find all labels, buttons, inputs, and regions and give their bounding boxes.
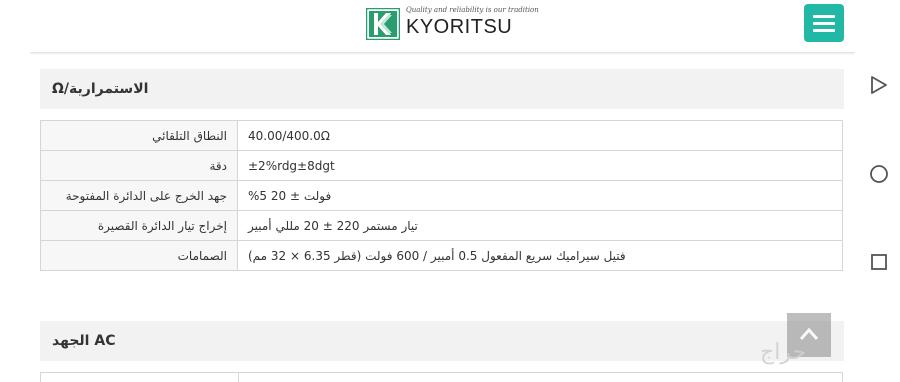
table-row: جهد الخرج على الدائرة المفتوحة %فولت ± 2… <box>40 180 843 211</box>
hamburger-icon <box>813 22 835 25</box>
web-page: Quality and reliability is our tradition… <box>30 0 855 382</box>
hamburger-icon <box>813 15 835 18</box>
chevron-up-icon <box>799 327 819 340</box>
section-title-text: الجهد AC <box>52 333 116 349</box>
table-row: الصمامات فتيل سيراميك سريع المفعول 0.5 أ… <box>40 240 843 271</box>
circle-home-icon[interactable] <box>868 163 890 185</box>
spec-value: تيار مستمر 220 ± 20 مللي أمبير <box>237 210 843 241</box>
spec-table: النطاق التلقائي 40.00/400.0Ω دقة ±2%rdg±… <box>40 120 843 271</box>
logo-wordmark: KYORITSU <box>406 16 513 38</box>
spec-label: النطاق التلقائي <box>40 120 238 151</box>
table-row: النطاق التلقائي 40.00/400.0Ω <box>40 120 843 151</box>
triangle-back-icon[interactable] <box>868 74 890 96</box>
kyoritsu-logo-icon <box>366 8 400 40</box>
spec-label: دقة <box>40 150 238 181</box>
table-row: دقة ±2%rdg±8dgt <box>40 150 843 181</box>
table-row <box>40 372 843 382</box>
spec-value: فتيل سيراميك سريع المفعول 0.5 أمبير / 60… <box>237 240 843 271</box>
site-header: Quality and reliability is our tradition… <box>30 0 855 53</box>
spec-value: ±2%rdg±8dgt <box>237 150 843 181</box>
spec-value: 40.00/400.0Ω <box>237 120 843 151</box>
spec-label: الصمامات <box>40 240 238 271</box>
spec-label: جهد الخرج على الدائرة المفتوحة <box>40 180 238 211</box>
table-divider <box>238 373 239 382</box>
android-nav-bar <box>862 0 900 382</box>
section-title-text: Ω/الاستمرارية <box>52 81 149 97</box>
menu-button[interactable] <box>804 4 844 42</box>
table-row: إخراج تيار الدائرة القصيرة تيار مستمر 22… <box>40 210 843 241</box>
square-recents-icon[interactable] <box>868 251 890 273</box>
section-title-ac: الجهد AC <box>40 321 844 361</box>
hamburger-icon <box>813 29 835 32</box>
watermark-logo: حراج <box>760 340 807 365</box>
logo-tagline: Quality and reliability is our tradition <box>406 6 539 14</box>
spec-label: إخراج تيار الدائرة القصيرة <box>40 210 238 241</box>
spec-value: %فولت ± 20 5 <box>237 180 843 211</box>
section-title-continuity: Ω/الاستمرارية <box>40 69 844 109</box>
